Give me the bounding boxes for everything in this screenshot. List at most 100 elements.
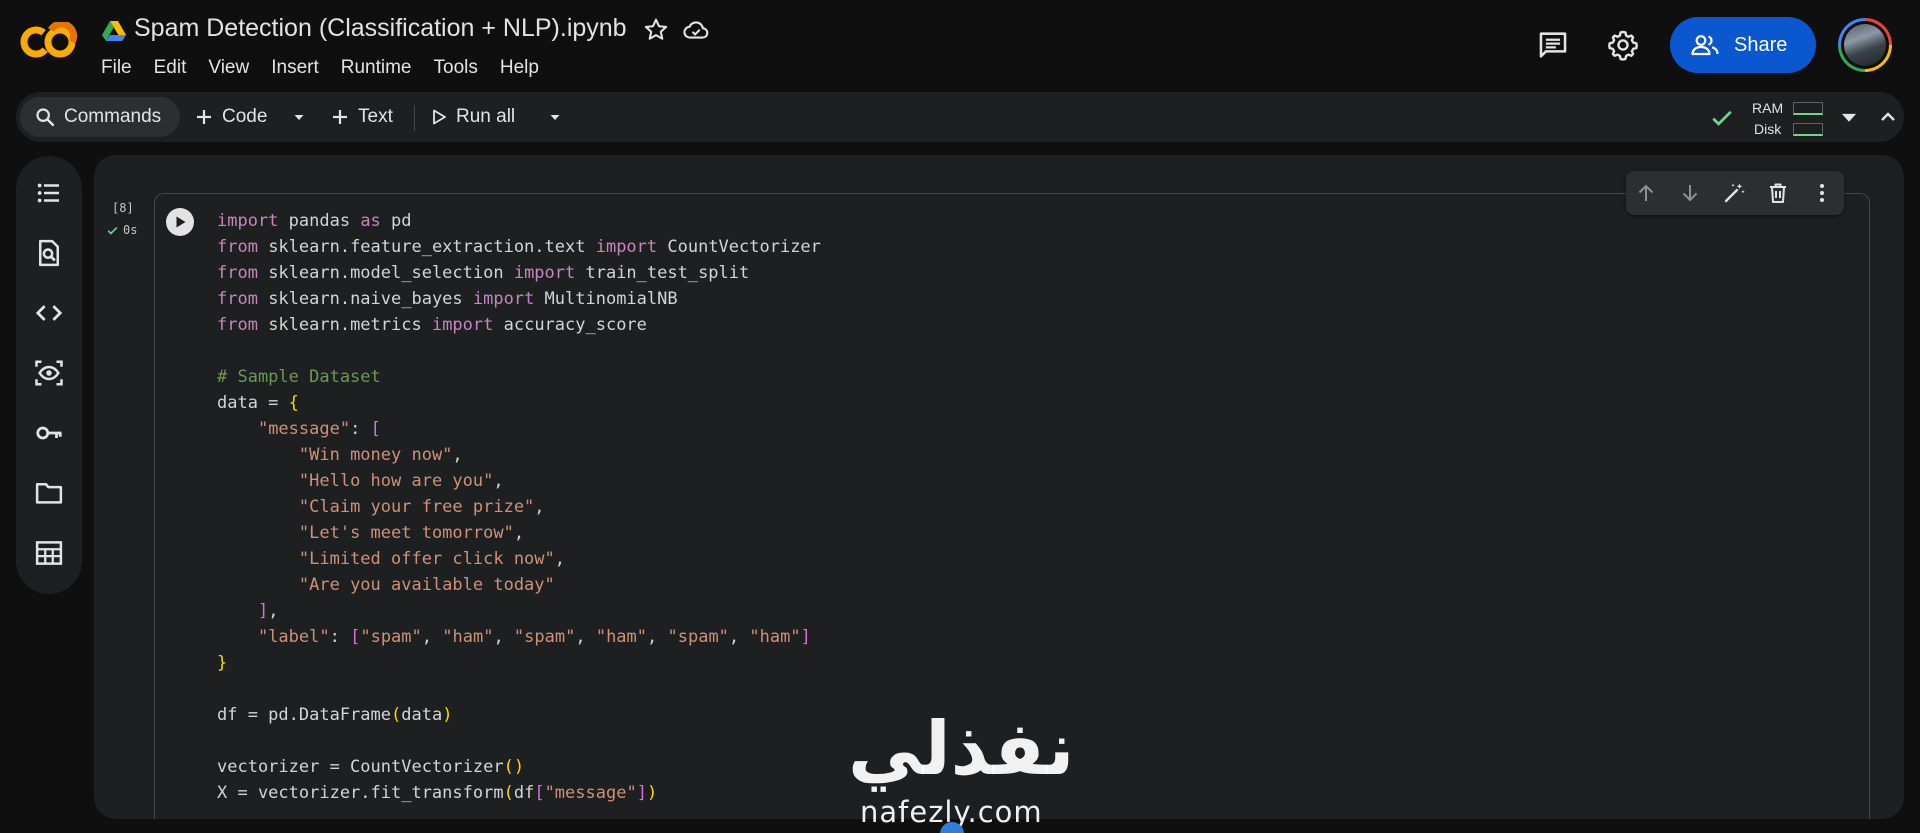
add-text-label: Text [358, 106, 393, 127]
code-token: from [217, 289, 258, 309]
share-button[interactable]: Share [1670, 17, 1816, 73]
add-code-dropdown[interactable] [292, 92, 306, 142]
code-token: as [360, 211, 381, 231]
run-cell-button[interactable] [166, 208, 194, 236]
run-all-button[interactable]: Run all [430, 92, 515, 142]
code-token: , [728, 627, 750, 647]
code-token: , [554, 549, 566, 569]
menu-help[interactable]: Help [489, 57, 550, 79]
code-token: , [421, 627, 443, 647]
code-token: "label" [257, 627, 330, 647]
caret-down-icon [550, 115, 560, 120]
code-token: "Claim your free prize" [298, 497, 535, 517]
code-line: "Claim your free prize", [217, 494, 821, 520]
toolbar-divider [414, 105, 415, 131]
commands-button-content[interactable]: Commands [34, 92, 161, 142]
code-token: accuracy_score [493, 315, 647, 335]
folder-icon[interactable] [34, 478, 64, 508]
code-token: MultinomialNB [534, 289, 678, 309]
account-avatar[interactable] [1838, 18, 1892, 72]
magic-edit-icon[interactable] [1722, 181, 1746, 205]
colab-logo[interactable] [20, 20, 80, 62]
code-token: "Limited offer click now" [298, 549, 555, 569]
code-line: from sklearn.naive_bayes import Multinom… [217, 286, 821, 312]
code-token: from [217, 263, 258, 283]
menu-tools[interactable]: Tools [423, 57, 489, 79]
code-token: : [329, 627, 351, 647]
code-snippets-icon[interactable] [34, 298, 64, 328]
menu-bar: File Edit View Insert Runtime Tools Help [101, 57, 550, 79]
code-token: df [513, 783, 535, 803]
share-label: Share [1734, 33, 1788, 56]
code-line: from sklearn.metrics import accuracy_sco… [217, 312, 821, 338]
arrow-up-icon[interactable] [1634, 181, 1658, 205]
code-token: , [513, 523, 525, 543]
code-token: pandas [278, 211, 361, 231]
code-token: , [647, 627, 668, 647]
code-line: "Win money now", [217, 442, 821, 468]
code-line: ], [217, 598, 821, 624]
menu-file[interactable]: File [101, 57, 143, 79]
play-icon [176, 216, 186, 228]
menu-edit[interactable]: Edit [143, 57, 198, 79]
comment-icon[interactable] [1536, 28, 1570, 62]
execution-count: [8] [112, 201, 134, 215]
code-line: data = { [217, 390, 821, 416]
code-token: import [431, 315, 494, 335]
code-token: ( [391, 705, 402, 725]
code-token: "ham" [595, 627, 648, 647]
code-token: data = [217, 393, 289, 413]
avatar-image [1844, 24, 1886, 66]
side-rail [16, 156, 82, 594]
code-token: sklearn.model_selection [257, 263, 514, 283]
add-text-button[interactable]: Text [330, 92, 393, 142]
caret-down-icon [294, 115, 304, 120]
google-drive-icon[interactable] [102, 20, 126, 42]
code-token: sklearn.metrics [257, 315, 432, 335]
code-line: "Are you available today" [217, 572, 821, 598]
add-code-button[interactable]: Code [194, 92, 267, 142]
gear-icon[interactable] [1606, 28, 1640, 62]
arrow-down-icon[interactable] [1678, 181, 1702, 205]
code-token: import [595, 237, 658, 257]
menu-runtime[interactable]: Runtime [330, 57, 423, 79]
code-token: import [217, 211, 279, 231]
code-editor[interactable]: import pandas as pd from sklearn.feature_… [217, 208, 821, 806]
code-token: ] [257, 601, 269, 621]
avatar-ring [1841, 21, 1889, 69]
code-token: "Hello how are you" [298, 471, 494, 491]
resource-monitor[interactable]: RAM Disk [1734, 97, 1824, 139]
code-line: X = vectorizer.fit_transform(df["message… [217, 780, 821, 806]
trash-icon[interactable] [1766, 181, 1790, 205]
code-token: [ [370, 419, 381, 439]
cloud-saved-icon[interactable] [681, 16, 711, 44]
menu-insert[interactable]: Insert [260, 57, 330, 79]
resource-dropdown-icon[interactable] [1838, 106, 1860, 128]
star-icon[interactable] [642, 16, 670, 44]
toc-icon[interactable] [34, 178, 64, 208]
menu-view[interactable]: View [197, 57, 260, 79]
code-token: [ [350, 627, 361, 647]
secrets-key-icon[interactable] [34, 418, 64, 448]
code-token: "spam" [513, 627, 576, 647]
code-line: "Limited offer click now", [217, 546, 821, 572]
code-line: df = pd.DataFrame(data) [217, 702, 821, 728]
run-all-label: Run all [456, 106, 516, 127]
data-table-icon[interactable] [34, 538, 64, 568]
find-icon[interactable] [34, 238, 64, 268]
run-all-dropdown[interactable] [548, 92, 562, 142]
plus-icon [197, 110, 211, 124]
notebook-title[interactable]: Spam Detection (Classification + NLP).ip… [134, 14, 627, 43]
code-token: "Let's meet tomorrow" [298, 523, 514, 543]
ram-label: RAM [1752, 100, 1784, 116]
code-token: import [472, 289, 535, 309]
code-token: ] [636, 783, 647, 803]
chevron-up-icon[interactable] [1876, 105, 1900, 129]
more-vert-icon[interactable] [1810, 181, 1834, 205]
variables-icon[interactable] [34, 358, 64, 388]
